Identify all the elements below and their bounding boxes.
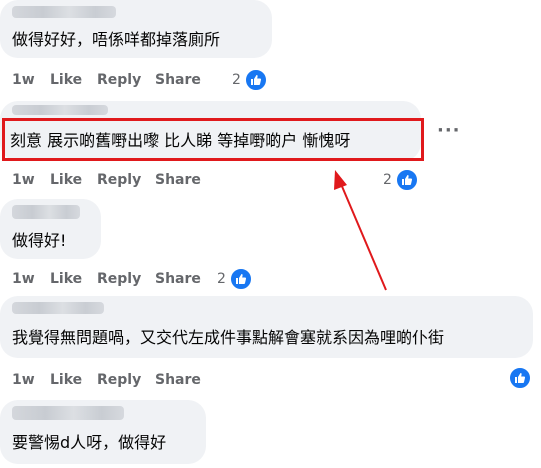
annotation-arrow — [334, 170, 387, 291]
